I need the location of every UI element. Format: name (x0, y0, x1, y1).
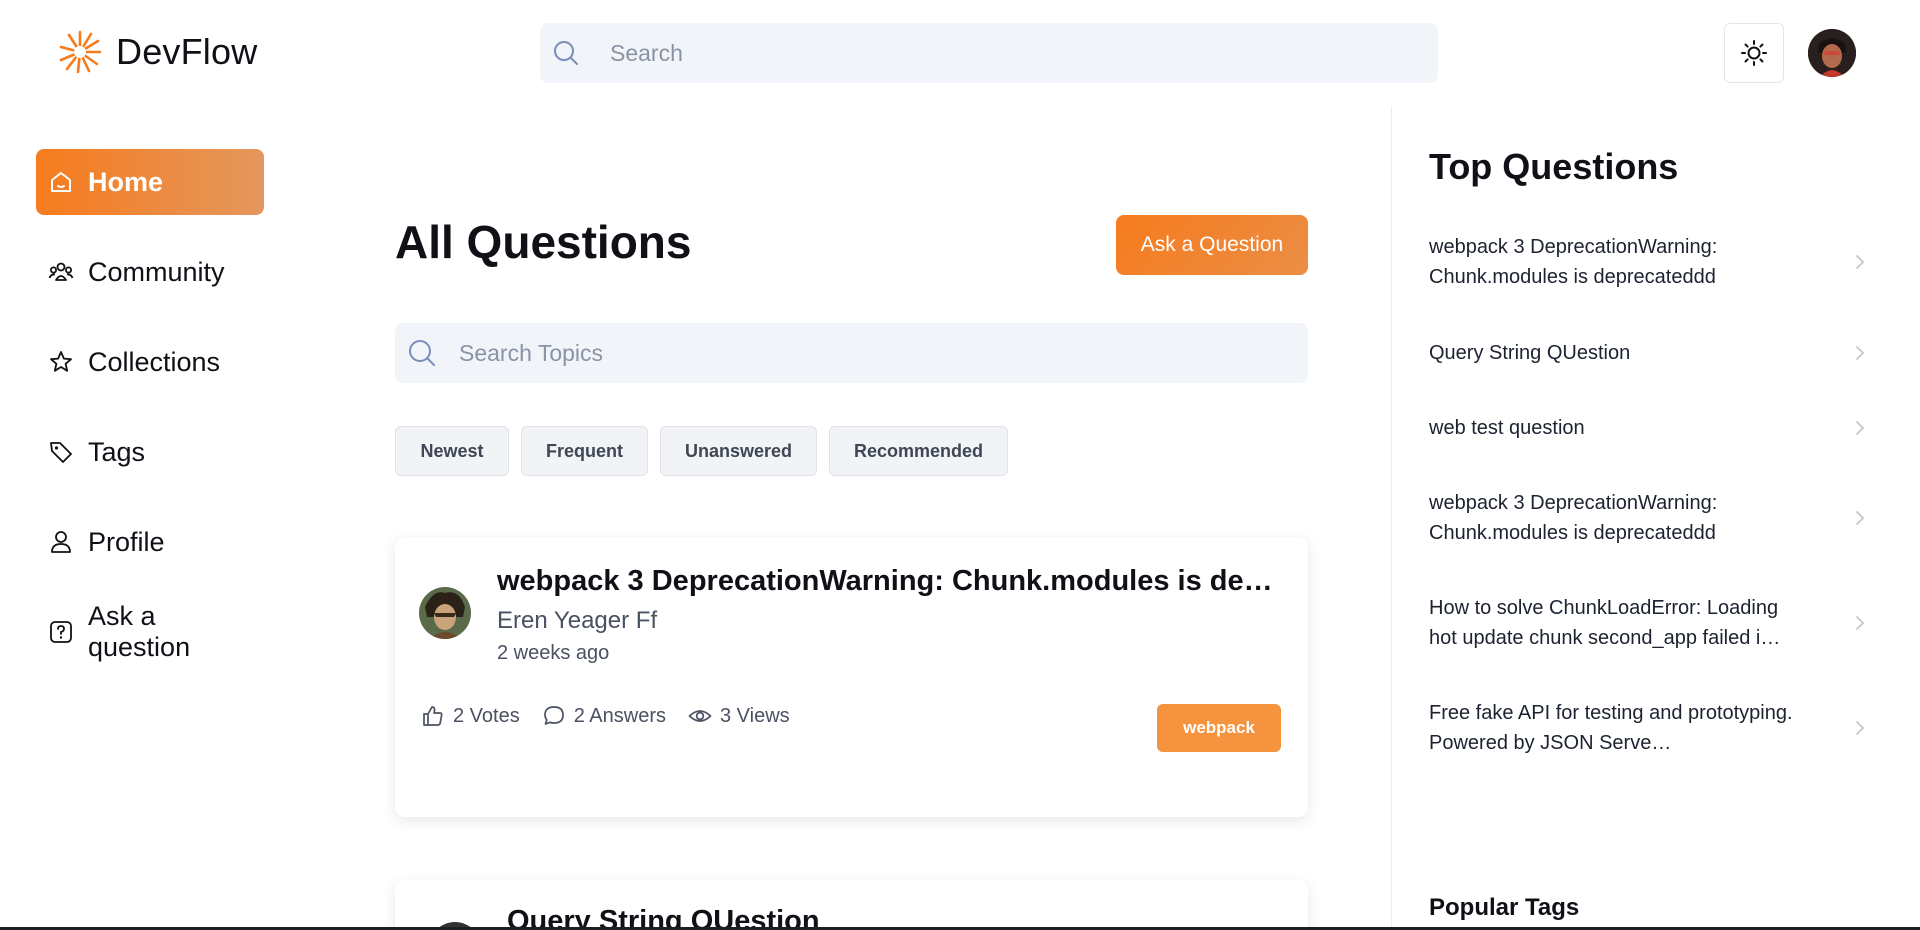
brand-name: DevFlow (116, 31, 258, 72)
global-search-input[interactable] (610, 39, 1410, 67)
ask-question-button[interactable]: Ask a Question (1116, 215, 1308, 275)
top-question-item[interactable]: How to solve ChunkLoadError: Loading hot… (1429, 593, 1869, 653)
author-avatar[interactable] (419, 587, 471, 639)
top-question-text: webpack 3 DeprecationWarning: Chunk.modu… (1429, 236, 1718, 288)
topic-search-bar[interactable] (395, 323, 1308, 383)
top-navbar: DevFlow (0, 0, 1920, 106)
theme-toggle-button[interactable] (1724, 23, 1784, 83)
top-question-text: web test question (1429, 417, 1585, 439)
top-question-item[interactable]: webpack 3 DeprecationWarning: Chunk.modu… (1429, 232, 1869, 292)
logo-burst-icon (59, 30, 102, 74)
message-icon (543, 706, 564, 725)
sun-icon (1741, 40, 1767, 66)
top-question-text: webpack 3 DeprecationWarning: Chunk.modu… (1429, 492, 1718, 544)
chevron-right-icon (1856, 616, 1865, 630)
question-author[interactable]: Eren Yeager Ff (497, 607, 657, 635)
answers-stat: 2 Answers (542, 704, 666, 728)
votes-count: 2 Votes (453, 704, 520, 727)
user-icon (51, 531, 71, 553)
sidebar-item-community[interactable]: Community (36, 239, 264, 305)
star-icon (50, 351, 72, 372)
sidebar-item-tags[interactable]: Tags (36, 419, 264, 485)
top-question-item[interactable]: Free fake API for testing and prototypin… (1429, 698, 1869, 758)
thumbs-up-icon (423, 706, 443, 726)
brand-logo[interactable]: DevFlow (58, 30, 257, 74)
sidebar-item-home[interactable]: Home (36, 149, 264, 215)
sidebar-item-label: Profile (88, 526, 165, 557)
top-question-item[interactable]: web test question (1429, 413, 1869, 443)
views-stat: 3 Views (688, 704, 790, 728)
avatar-image (419, 587, 471, 639)
tag-icon (50, 442, 72, 463)
question-stats: 2 Votes 2 Answers 3 Views (421, 704, 790, 728)
votes-stat: 2 Votes (421, 704, 520, 728)
sidebar-item-profile[interactable]: Profile (36, 509, 264, 575)
tag-badge[interactable]: webpack (1157, 704, 1281, 752)
sidebar-item-collections[interactable]: Collections (36, 329, 264, 395)
popular-tags-heading: Popular Tags (1429, 894, 1580, 921)
top-question-text: Query String QUestion (1429, 342, 1631, 364)
chevron-right-icon (1856, 255, 1865, 269)
filter-newest[interactable]: Newest (395, 426, 509, 476)
sidebar-item-label: Tags (88, 436, 146, 467)
global-search-bar[interactable] (540, 23, 1438, 83)
top-questions-heading: Top Questions (1429, 146, 1679, 187)
chevron-right-icon (1856, 421, 1865, 435)
views-count: 3 Views (719, 704, 790, 727)
sidebar-item-ask-question[interactable]: Ask a question (36, 599, 264, 665)
question-card[interactable]: Query String QUestion (395, 880, 1308, 930)
topic-search-input[interactable] (459, 339, 1279, 367)
question-icon (50, 621, 72, 643)
top-question-text: Free fake API for testing and prototypin… (1429, 702, 1793, 754)
question-card[interactable]: webpack 3 DeprecationWarning: Chunk.modu… (395, 537, 1308, 817)
sidebar-item-label: Ask a question (88, 601, 191, 662)
user-avatar[interactable] (1808, 29, 1856, 77)
users-icon (48, 262, 74, 281)
eye-icon (688, 710, 712, 722)
filter-recommended[interactable]: Recommended (829, 426, 1008, 476)
top-question-item[interactable]: Query String QUestion (1429, 338, 1869, 368)
left-sidebar: Home Community Collections Tags Profile (0, 106, 320, 930)
top-question-text: How to solve ChunkLoadError: Loading hot… (1429, 597, 1781, 649)
question-timestamp: 2 weeks ago (497, 642, 610, 664)
filter-unanswered[interactable]: Unanswered (660, 426, 817, 476)
answers-count: 2 Answers (573, 704, 666, 727)
chevron-right-icon (1856, 721, 1865, 735)
search-icon (554, 41, 578, 65)
avatar-image (1808, 29, 1856, 77)
search-icon (409, 340, 435, 366)
chevron-right-icon (1856, 346, 1865, 360)
sidebar-item-label: Collections (88, 346, 221, 377)
home-icon (51, 172, 71, 192)
top-question-item[interactable]: webpack 3 DeprecationWarning: Chunk.modu… (1429, 488, 1869, 548)
sidebar-item-label: Home (88, 166, 164, 197)
page-title: All Questions (395, 216, 692, 268)
question-title[interactable]: webpack 3 DeprecationWarning: Chunk.modu… (497, 565, 1287, 598)
chevron-right-icon (1856, 511, 1865, 525)
filter-frequent[interactable]: Frequent (521, 426, 648, 476)
right-sidebar: Top Questions webpack 3 DeprecationWarni… (1391, 106, 1920, 930)
sidebar-item-label: Community (88, 256, 225, 287)
